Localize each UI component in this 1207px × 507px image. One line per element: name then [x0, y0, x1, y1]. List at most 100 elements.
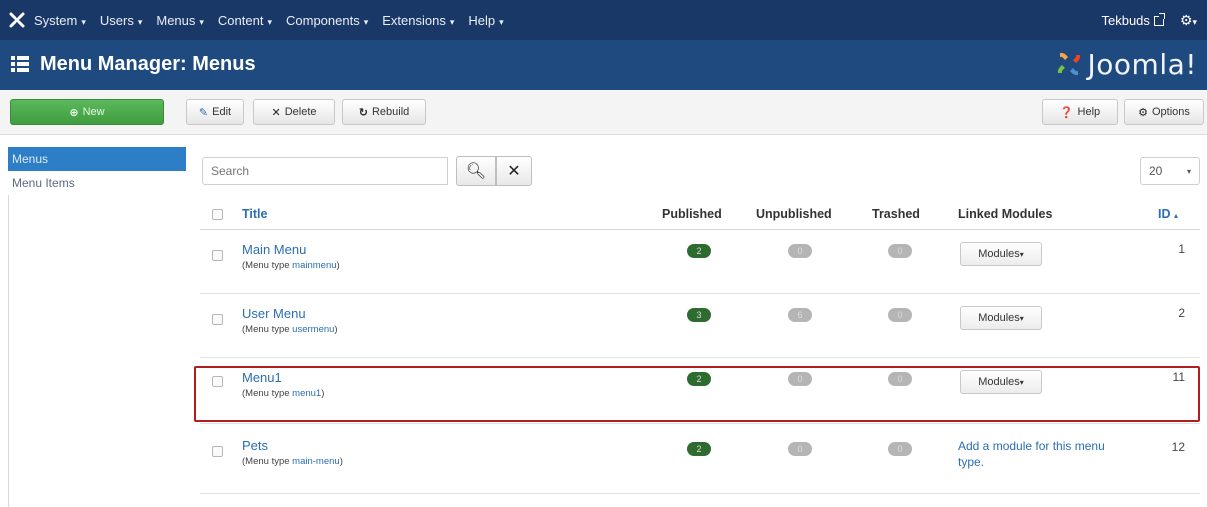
- col-trashed[interactable]: Trashed: [872, 207, 920, 221]
- external-link-icon: [1153, 12, 1165, 26]
- row-checkbox[interactable]: [212, 376, 223, 387]
- nav-system[interactable]: System ▾: [34, 13, 86, 28]
- id-cell: 11: [1172, 370, 1185, 384]
- menu-type: (Menu type usermenu): [242, 324, 338, 335]
- search-icon: 🔍︎: [465, 163, 487, 180]
- unpublished-badge[interactable]: 0: [788, 372, 812, 386]
- caret-down-icon: ▾: [1019, 249, 1024, 259]
- title-cell: User Menu (Menu type usermenu): [242, 306, 338, 335]
- plus-circle-icon: ⊕: [69, 106, 79, 119]
- joomla-brand: Joomla!: [1054, 46, 1197, 82]
- add-module-link[interactable]: Add a module for this menu type.: [958, 438, 1108, 470]
- nav-components[interactable]: Components ▾: [286, 13, 368, 28]
- row-checkbox[interactable]: [212, 314, 223, 325]
- top-navbar: System ▾ Users ▾ Menus ▾ Content ▾ Component…: [0, 0, 1207, 40]
- caret-down-icon: ▾: [1019, 377, 1024, 387]
- gear-icon: ⚙: [1138, 106, 1148, 119]
- caret-down-icon: ▾: [81, 16, 86, 27]
- new-button[interactable]: ⊕ New: [10, 99, 164, 125]
- nav-extensions[interactable]: Extensions ▾: [382, 13, 454, 28]
- id-cell: 1: [1178, 242, 1185, 256]
- page-title: Menu Manager: Menus: [40, 53, 256, 75]
- toolbar: ⊕ New ✎ Edit ✕ Delete ↻ Rebuild ❓ Help ⚙…: [0, 90, 1207, 135]
- joomla-logo-icon[interactable]: [8, 11, 26, 29]
- delete-icon: ✕: [271, 106, 281, 119]
- main-menu: System ▾ Users ▾ Menus ▾ Content ▾ Component…: [34, 0, 504, 40]
- published-badge[interactable]: 3: [687, 308, 711, 322]
- modules-dropdown[interactable]: Modules ▾: [960, 370, 1042, 394]
- help-button[interactable]: ❓ Help: [1042, 99, 1118, 125]
- refresh-icon: ↻: [358, 106, 368, 119]
- unpublished-badge[interactable]: 0: [788, 244, 812, 258]
- nav-users[interactable]: Users ▾: [100, 13, 142, 28]
- row-checkbox[interactable]: [212, 250, 223, 261]
- id-cell: 12: [1171, 440, 1185, 454]
- caret-down-icon: ▾: [199, 16, 204, 27]
- list-icon: [11, 56, 29, 72]
- sort-asc-icon: ▴: [1173, 211, 1178, 220]
- modules-dropdown[interactable]: Modules ▾: [960, 242, 1042, 266]
- title-cell: Main Menu (Menu type mainmenu): [242, 242, 340, 271]
- delete-button[interactable]: ✕ Delete: [253, 99, 335, 125]
- published-badge[interactable]: 2: [687, 244, 711, 258]
- sidebar-divider: [8, 195, 9, 507]
- caret-down-icon: ▾: [137, 16, 143, 27]
- modules-dropdown[interactable]: Modules ▾: [960, 306, 1042, 330]
- id-cell: 2: [1178, 306, 1185, 320]
- caret-down-icon: ▾: [449, 16, 455, 27]
- nav-right: Tekbuds ⚙▾: [1101, 0, 1197, 40]
- trashed-badge[interactable]: 0: [888, 442, 912, 456]
- col-title[interactable]: Title: [242, 207, 267, 221]
- menu-type: (Menu type main-menu): [242, 456, 343, 467]
- trashed-badge[interactable]: 0: [888, 308, 912, 322]
- nav-content[interactable]: Content ▾: [218, 13, 272, 28]
- sidebar-item-menu-items[interactable]: Menu Items: [8, 171, 186, 195]
- menu-title-link[interactable]: Main Menu: [242, 242, 340, 257]
- search-button[interactable]: 🔍︎: [456, 156, 496, 186]
- menu-type: (Menu type mainmenu): [242, 260, 340, 271]
- user-gear-icon[interactable]: ⚙▾: [1180, 12, 1197, 29]
- site-link[interactable]: Tekbuds: [1101, 12, 1165, 28]
- trashed-badge[interactable]: 0: [888, 244, 912, 258]
- title-cell: Menu1 (Menu type menu1): [242, 370, 324, 399]
- table-row: Pets (Menu type main-menu) 2 0 0 Add a m…: [200, 424, 1200, 494]
- edit-button[interactable]: ✎ Edit: [186, 99, 244, 125]
- caret-down-icon: ▾: [499, 16, 504, 27]
- unpublished-badge[interactable]: 0: [788, 442, 812, 456]
- sidebar-item-menus[interactable]: Menus: [8, 147, 186, 171]
- row-checkbox[interactable]: [212, 446, 223, 457]
- menu-title-link[interactable]: Pets: [242, 438, 343, 453]
- brand-text: Joomla!: [1087, 47, 1197, 81]
- list-limit-select[interactable]: 20 ▾: [1140, 157, 1200, 185]
- col-linked-modules[interactable]: Linked Modules: [958, 207, 1052, 221]
- caret-down-icon: ▾: [363, 16, 369, 27]
- col-published[interactable]: Published: [662, 207, 722, 221]
- col-id[interactable]: ID ▴: [1158, 207, 1178, 221]
- clear-button[interactable]: ✕: [496, 156, 532, 186]
- menu-title-link[interactable]: User Menu: [242, 306, 338, 321]
- chevron-down-icon: ▾: [1186, 166, 1191, 176]
- rebuild-button[interactable]: ↻ Rebuild: [342, 99, 426, 125]
- question-circle-icon: ❓: [1059, 106, 1074, 119]
- col-unpublished[interactable]: Unpublished: [756, 207, 832, 221]
- caret-down-icon: ▾: [267, 16, 272, 27]
- menu-type: (Menu type menu1): [242, 388, 325, 399]
- sidebar: Menus Menu Items: [8, 147, 186, 195]
- options-button[interactable]: ⚙ Options: [1124, 99, 1204, 125]
- table-row: Main Menu (Menu type mainmenu) 2 0 0 Mod…: [200, 230, 1200, 294]
- table-row: Menu1 (Menu type menu1) 2 0 0 Modules ▾ 1…: [200, 358, 1200, 424]
- nav-help[interactable]: Help ▾: [468, 13, 503, 28]
- select-all-checkbox[interactable]: [212, 209, 223, 220]
- published-badge[interactable]: 2: [687, 372, 711, 386]
- published-badge[interactable]: 2: [687, 442, 711, 456]
- trashed-badge[interactable]: 0: [888, 372, 912, 386]
- search-input[interactable]: [202, 157, 448, 185]
- table-header: Title Published Unpublished Trashed Link…: [200, 198, 1200, 230]
- close-icon: ✕: [507, 163, 521, 180]
- unpublished-badge[interactable]: 6: [788, 308, 812, 322]
- joomla-mark-icon: [1057, 52, 1080, 76]
- table-row: User Menu (Menu type usermenu) 3 6 0 Mod…: [200, 294, 1200, 358]
- menu-title-link[interactable]: Menu1: [242, 370, 324, 385]
- caret-down-icon: ▾: [1019, 313, 1024, 323]
- nav-menus[interactable]: Menus ▾: [156, 13, 204, 28]
